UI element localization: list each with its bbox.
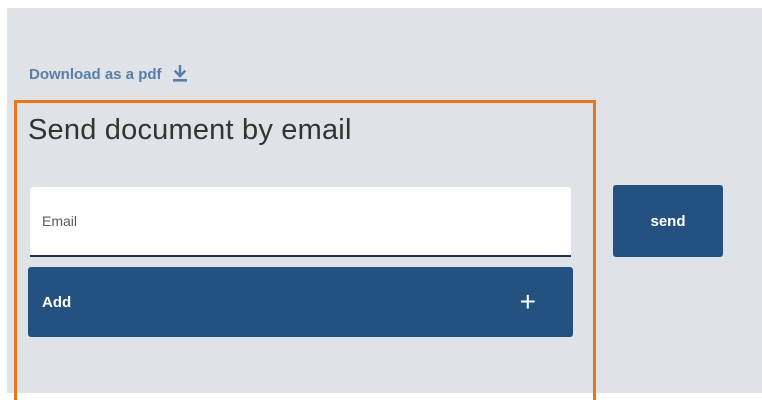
email-input[interactable] bbox=[30, 187, 571, 257]
plus-icon: + bbox=[519, 286, 536, 317]
add-label: Add bbox=[42, 293, 72, 311]
page: Download as a pdf Send document by email… bbox=[0, 0, 762, 400]
download-pdf-link[interactable]: Download as a pdf bbox=[29, 64, 188, 84]
section-title: Send document by email bbox=[28, 114, 352, 146]
add-email-button[interactable]: Add + bbox=[28, 267, 573, 337]
send-button[interactable]: send bbox=[613, 185, 723, 257]
download-icon bbox=[172, 65, 188, 83]
download-label: Download as a pdf bbox=[29, 65, 162, 83]
